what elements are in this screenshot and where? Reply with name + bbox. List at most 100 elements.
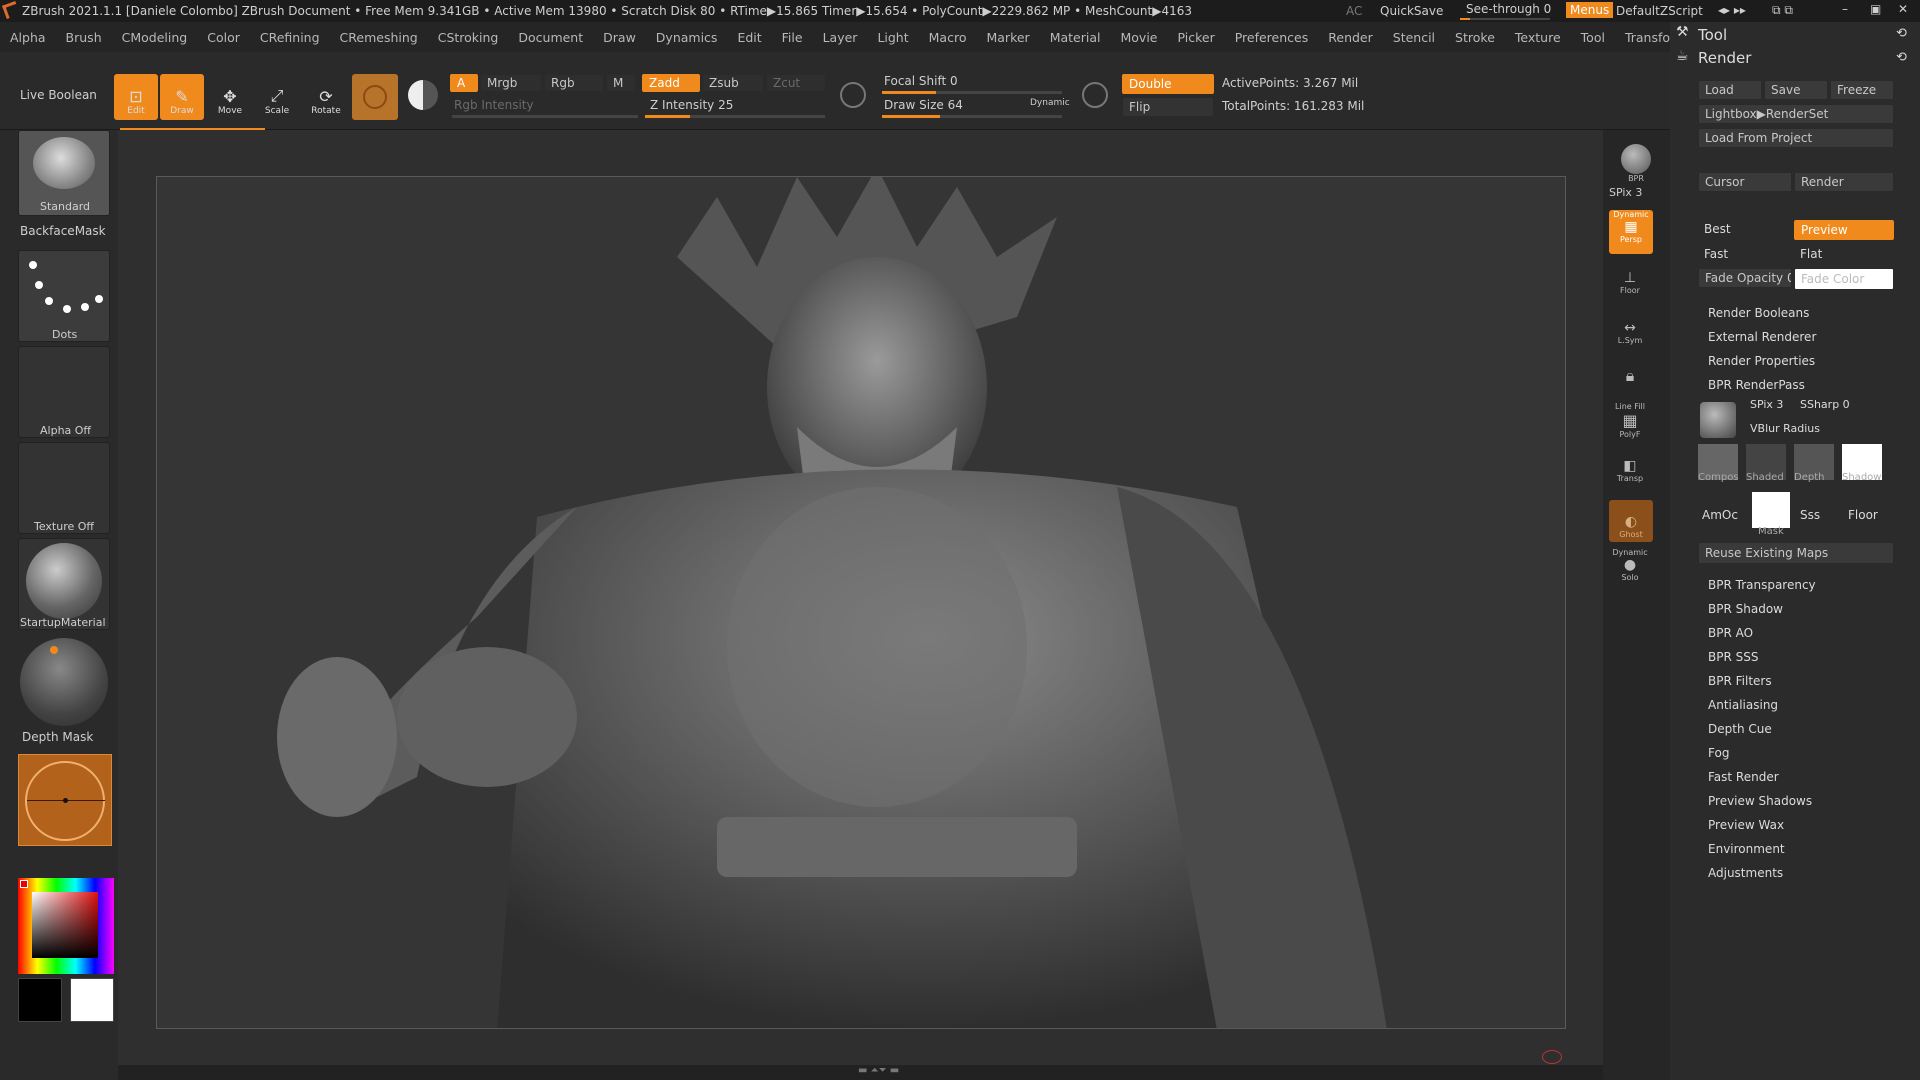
ghost-button[interactable]: ◐ Ghost xyxy=(1609,500,1653,542)
menu-tool[interactable]: Tool xyxy=(1571,30,1615,45)
menu-macro[interactable]: Macro xyxy=(919,30,977,45)
draw-size-slider[interactable]: Draw Size 64 xyxy=(884,98,963,112)
rotate-mode-button[interactable]: ⟳ Rotate xyxy=(304,74,348,120)
render-freeze-button[interactable]: Freeze xyxy=(1830,80,1894,100)
transp-button[interactable]: ◧ Transp xyxy=(1609,458,1651,483)
menu-cmodeling[interactable]: CModeling xyxy=(112,30,198,45)
menu-movie[interactable]: Movie xyxy=(1110,30,1167,45)
lsym-button[interactable]: ↔ L.Sym xyxy=(1609,320,1651,345)
quicksave-button[interactable]: QuickSave xyxy=(1380,4,1443,18)
menu-cstroking[interactable]: CStroking xyxy=(428,30,509,45)
menus-toggle[interactable]: Menus xyxy=(1566,2,1614,18)
render-load-button[interactable]: Load xyxy=(1698,80,1762,100)
edit-mode-button[interactable]: ⊡ Edit xyxy=(114,74,158,120)
menu-marker[interactable]: Marker xyxy=(976,30,1039,45)
rgb-intensity-slider[interactable]: Rgb Intensity xyxy=(454,98,534,112)
color-picker[interactable] xyxy=(18,878,114,974)
menu-texture[interactable]: Texture xyxy=(1505,30,1571,45)
mask-pass-thumbnail[interactable] xyxy=(1752,492,1790,528)
render-palette-header[interactable]: Render xyxy=(1698,49,1751,67)
floor-button[interactable]: ⊥ Floor xyxy=(1609,270,1651,295)
tool-palette-header[interactable]: Tool xyxy=(1698,26,1727,44)
subpalette-render-booleans[interactable]: Render Booleans xyxy=(1708,306,1816,330)
renderpass-spix-slider[interactable]: SPix 3 xyxy=(1750,398,1783,411)
z-intensity-slider[interactable]: Z Intensity 25 xyxy=(650,98,733,112)
floor-pass[interactable]: Floor xyxy=(1848,508,1878,522)
menu-material[interactable]: Material xyxy=(1040,30,1111,45)
subpalette-bpr-ao[interactable]: BPR AO xyxy=(1708,626,1816,650)
subpalette-adjustments[interactable]: Adjustments xyxy=(1708,866,1816,890)
depth-mask-sphere-icon[interactable] xyxy=(20,638,108,726)
focal-shift-slider[interactable]: Focal Shift 0 xyxy=(884,74,958,88)
persp-button[interactable]: Dynamic ▦ Persp xyxy=(1609,210,1653,254)
minimize-icon[interactable]: – xyxy=(1842,2,1848,16)
secondary-color-swatch[interactable] xyxy=(70,978,114,1022)
subpalette-external-renderer[interactable]: External Renderer xyxy=(1708,330,1816,354)
menu-picker[interactable]: Picker xyxy=(1167,30,1224,45)
move-mode-button[interactable]: ✥ Move xyxy=(208,74,252,120)
subpalette-bpr-transparency[interactable]: BPR Transparency xyxy=(1708,578,1816,602)
vblur-radius-slider[interactable]: VBlur Radius xyxy=(1750,422,1820,435)
draw-mode-button[interactable]: ✎ Draw xyxy=(160,74,204,120)
viewport-canvas[interactable] xyxy=(156,176,1566,1029)
main-color-swatch[interactable] xyxy=(18,978,62,1022)
default-zscript-button[interactable]: DefaultZScript xyxy=(1616,4,1703,18)
menu-alpha[interactable]: Alpha xyxy=(0,30,56,45)
lock-button[interactable]: 🔒︎ xyxy=(1609,366,1651,386)
live-boolean-button[interactable]: Live Boolean xyxy=(20,88,97,102)
flat-render-option[interactable]: Flat xyxy=(1800,247,1822,261)
renderpass-ssharp-slider[interactable]: SSharp 0 xyxy=(1800,398,1850,411)
menu-draw[interactable]: Draw xyxy=(593,30,646,45)
menu-preferences[interactable]: Preferences xyxy=(1225,30,1319,45)
bottom-collapse-arrows-icon[interactable]: ▬ ⏶⏷ ▬ xyxy=(858,1065,899,1076)
menu-layer[interactable]: Layer xyxy=(813,30,868,45)
menu-brush[interactable]: Brush xyxy=(56,30,112,45)
pass-shadow[interactable]: Shadow xyxy=(1842,444,1882,488)
double-toggle[interactable]: Double xyxy=(1122,74,1214,94)
close-icon[interactable]: ✕ xyxy=(1898,2,1908,16)
pass-shaded[interactable]: Shaded xyxy=(1746,444,1786,488)
symmetry-icon[interactable] xyxy=(1082,82,1108,108)
maximize-icon[interactable]: ▣ xyxy=(1870,2,1881,16)
fade-opacity-slider[interactable]: Fade Opacity 0 xyxy=(1698,268,1792,288)
render-save-button[interactable]: Save xyxy=(1764,80,1828,100)
m-toggle[interactable]: M xyxy=(606,74,636,92)
backface-mask-toggle[interactable]: BackfaceMask xyxy=(20,224,106,238)
lightbox-renderset-button[interactable]: Lightbox▶RenderSet xyxy=(1698,104,1894,124)
bpr-renderpass-icon[interactable] xyxy=(1700,402,1736,438)
render-refresh-icon[interactable]: ⟲ xyxy=(1896,50,1907,65)
bpr-button[interactable]: BPR xyxy=(1615,144,1657,183)
scale-mode-button[interactable]: ⤢ Scale xyxy=(255,74,299,120)
rgb-toggle[interactable]: Rgb xyxy=(544,74,604,92)
solo-button[interactable]: Dynamic ● Solo xyxy=(1609,548,1651,582)
subpalette-preview-shadows[interactable]: Preview Shadows xyxy=(1708,794,1816,818)
zcut-toggle[interactable]: Zcut xyxy=(766,74,826,92)
amoc-pass[interactable]: AmOc xyxy=(1702,508,1738,522)
menu-document[interactable]: Document xyxy=(508,30,593,45)
lazy-mouse-icon[interactable] xyxy=(840,82,866,108)
render-button[interactable]: Render xyxy=(1794,172,1894,192)
subpalette-fog[interactable]: Fog xyxy=(1708,746,1816,770)
menu-light[interactable]: Light xyxy=(867,30,918,45)
menu-dynamics[interactable]: Dynamics xyxy=(646,30,728,45)
zadd-toggle[interactable]: Zadd xyxy=(642,74,700,92)
color-sphere-icon[interactable] xyxy=(408,80,438,110)
see-through-slider[interactable]: See-through 0 xyxy=(1466,2,1551,16)
pass-depth[interactable]: Depth xyxy=(1794,444,1834,488)
fast-render-option[interactable]: Fast xyxy=(1704,247,1728,261)
tool-refresh-icon[interactable]: ⟲ xyxy=(1896,26,1907,41)
subpalette-environment[interactable]: Environment xyxy=(1708,842,1816,866)
menu-render[interactable]: Render xyxy=(1318,30,1383,45)
subpalette-bpr-shadow[interactable]: BPR Shadow xyxy=(1708,602,1816,626)
render-cursor-button[interactable]: Cursor xyxy=(1698,172,1792,192)
window-controls-icon[interactable]: ⧉ ⧉ xyxy=(1772,3,1793,18)
preview-render-option[interactable]: Preview xyxy=(1794,220,1894,240)
subpalette-preview-wax[interactable]: Preview Wax xyxy=(1708,818,1816,842)
dynamic-toggle[interactable]: Dynamic xyxy=(1030,98,1070,108)
fade-color-swatch[interactable]: Fade Color xyxy=(1794,268,1894,290)
subpalette-depth-cue[interactable]: Depth Cue xyxy=(1708,722,1816,746)
subpalette-fast-render[interactable]: Fast Render xyxy=(1708,770,1816,794)
material-swatch-button[interactable] xyxy=(352,74,398,120)
menu-stencil[interactable]: Stencil xyxy=(1383,30,1445,45)
mrgb-toggle[interactable]: Mrgb xyxy=(480,74,542,92)
